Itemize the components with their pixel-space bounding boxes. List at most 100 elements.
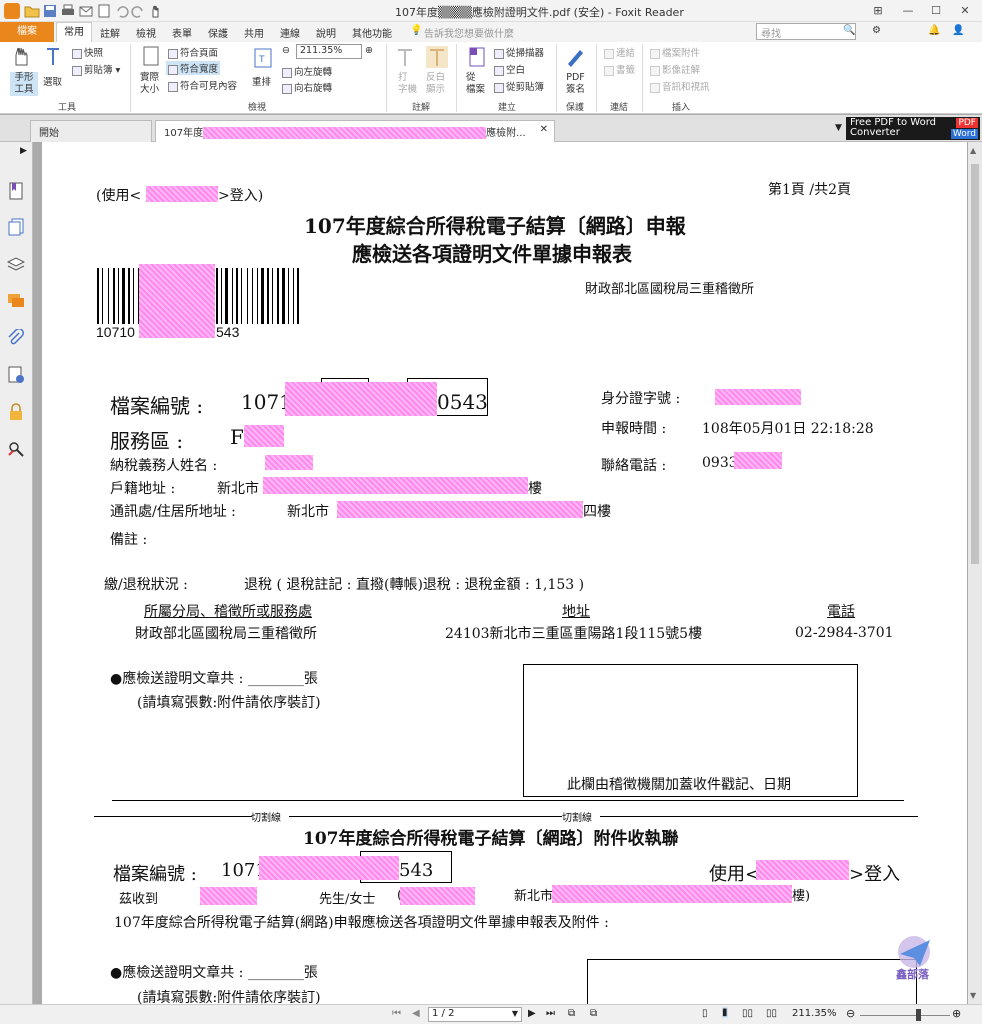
zoom-in-icon[interactable]: ⊕ xyxy=(365,45,373,56)
page-number-input[interactable]: 1 / 2 ▼ xyxy=(428,1007,522,1022)
scrollbar-thumb[interactable] xyxy=(971,164,979,564)
blank-button[interactable]: 空白 xyxy=(494,62,525,76)
bookmark-button[interactable]: 書籤 xyxy=(604,62,635,76)
from-file-button[interactable]: 從 檔案 xyxy=(466,72,485,96)
fit-width-button[interactable]: 符合寬度 xyxy=(166,61,221,75)
continuous-facing-icon[interactable]: ▯▯ xyxy=(766,1008,777,1019)
scroll-up-icon[interactable]: ▲ xyxy=(970,146,976,155)
tab-comment[interactable]: 註解 xyxy=(100,25,120,40)
actual-size-button[interactable]: 實際 大小 xyxy=(140,72,159,96)
tell-me-input[interactable]: 告訴我您想要做什麼 xyxy=(424,25,514,40)
pdf-sign-button[interactable]: PDF 簽名 xyxy=(566,72,585,96)
redaction xyxy=(715,389,801,405)
phone-label: 聯絡電話 : xyxy=(601,458,667,474)
tab-protect[interactable]: 保護 xyxy=(208,25,228,40)
new-icon[interactable] xyxy=(96,3,112,19)
hand-tool-qa-icon[interactable] xyxy=(148,3,164,19)
zoom-slider-handle[interactable] xyxy=(916,1009,921,1021)
barcode-bar xyxy=(102,268,103,324)
email-icon[interactable] xyxy=(78,3,94,19)
clipboard-button[interactable]: 剪貼簿 ▾ xyxy=(72,62,120,76)
redo-icon[interactable] xyxy=(130,3,146,19)
expand-panel-icon[interactable]: ▶ xyxy=(20,146,27,156)
zoom-input[interactable]: 211.35% xyxy=(296,44,362,59)
hand-tool-button[interactable]: 手形 工具 xyxy=(10,72,38,96)
prev-page-icon[interactable]: ◀ xyxy=(412,1008,420,1019)
zoom-in-status-icon[interactable]: ⊕ xyxy=(952,1007,961,1020)
rotate-left-button[interactable]: 向左旋轉 xyxy=(282,64,332,78)
zoom-slider[interactable] xyxy=(860,1015,950,1016)
facing-page-icon[interactable]: ▯▯ xyxy=(742,1008,753,1019)
tab-more[interactable]: 其他功能 xyxy=(352,25,392,40)
col-office-header: 所屬分局、稽徵所或服務處 xyxy=(144,604,312,620)
gear-icon[interactable]: ⚙ xyxy=(872,25,881,36)
close-tab-icon[interactable]: ✕ xyxy=(540,124,548,135)
fit-page-button[interactable]: 符合頁面 xyxy=(168,45,218,59)
link-button[interactable]: 連結 xyxy=(604,45,635,59)
tab-form[interactable]: 表單 xyxy=(172,25,192,40)
barcode-bar xyxy=(293,268,294,324)
rotate-left-icon xyxy=(282,67,292,78)
vertical-scrollbar[interactable]: ▲ ▼ xyxy=(968,142,982,1004)
audio-video-button[interactable]: 音訊和視訊 xyxy=(650,79,710,93)
zoom-out-icon[interactable]: ⊖ xyxy=(282,45,290,56)
minimize-button[interactable]: — xyxy=(897,2,919,20)
signature-icon[interactable] xyxy=(7,366,25,384)
file-attachment-button[interactable]: 檔案附件 xyxy=(650,45,700,59)
watermark-logo: 鑫部落 xyxy=(892,932,942,982)
maximize-button[interactable]: ☐ xyxy=(925,2,947,20)
pages-icon[interactable] xyxy=(7,218,25,236)
scroll-down-icon[interactable]: ▼ xyxy=(970,991,976,1000)
tab-share[interactable]: 共用 xyxy=(244,25,264,40)
comments-icon[interactable] xyxy=(7,292,25,310)
close-button[interactable]: ✕ xyxy=(954,2,976,20)
from-scanner-button[interactable]: 從掃描器 xyxy=(494,45,544,59)
search-tool-icon[interactable] xyxy=(7,440,25,458)
continuous-page-icon[interactable]: ▮ xyxy=(722,1007,728,1018)
search-input[interactable]: 尋找 xyxy=(756,23,856,40)
single-page-icon[interactable]: ▯ xyxy=(702,1008,708,1019)
next-page-icon[interactable]: ▶ xyxy=(528,1008,536,1019)
snapshot-button[interactable]: 快照 xyxy=(72,45,103,59)
zoom-level[interactable]: 211.35% xyxy=(792,1008,837,1019)
page-dropdown-icon[interactable]: ▼ xyxy=(512,1009,518,1018)
security-icon[interactable] xyxy=(7,403,25,421)
tab-current-document[interactable]: 107年度 應檢附... ✕ xyxy=(155,120,555,142)
ribbon-toggle-button[interactable]: ⊞ xyxy=(867,2,889,20)
ad-banner[interactable]: Free PDF to Word Converter PDF Word xyxy=(846,117,980,140)
next-view-icon[interactable]: ⧉ xyxy=(590,1008,597,1019)
from-clipboard-button[interactable]: 從剪貼簿 xyxy=(494,79,544,93)
tab-start[interactable]: 開始 xyxy=(30,120,152,142)
image-annotation-button[interactable]: 影像註解 xyxy=(650,62,700,76)
highlight-button[interactable]: 反白 顯示 xyxy=(426,72,445,96)
tab-view[interactable]: 檢視 xyxy=(136,25,156,40)
window-title: 107年度▒▒▒▒應檢附證明文件.pdf (安全) - Foxit Reader xyxy=(395,6,684,19)
bookmark-icon[interactable] xyxy=(7,182,25,200)
prev-view-icon[interactable]: ⧉ xyxy=(568,1008,575,1019)
save-icon[interactable] xyxy=(42,3,58,19)
tab-home[interactable]: 常用 xyxy=(56,22,92,43)
zoom-out-status-icon[interactable]: ⊖ xyxy=(846,1007,855,1020)
reflow-button[interactable]: 重排 xyxy=(252,74,271,88)
status-bar: ⏮ ◀ 1 / 2 ▼ ▶ ⏭ ⧉ ⧉ ▯ ▮ ▯▯ ▯▯ 211.35% ⊖ … xyxy=(0,1004,982,1024)
search-icon[interactable]: 🔍 xyxy=(843,25,855,36)
last-page-icon[interactable]: ⏭ xyxy=(546,1008,555,1019)
tab-connect[interactable]: 連線 xyxy=(280,25,300,40)
select-button[interactable]: 選取 xyxy=(43,74,62,88)
bell-icon[interactable]: 🔔 xyxy=(928,25,940,36)
attachment-icon[interactable] xyxy=(7,328,25,347)
fit-visible-button[interactable]: 符合可見內容 xyxy=(168,78,237,92)
tab-help[interactable]: 說明 xyxy=(316,25,336,40)
print-icon[interactable] xyxy=(60,3,76,19)
rotate-right-button[interactable]: 向右旋轉 xyxy=(282,80,332,94)
tab-file[interactable]: 檔案 xyxy=(0,22,54,42)
typewriter-button[interactable]: 打 字機 xyxy=(398,72,417,96)
time-label: 申報時間 : xyxy=(601,421,667,437)
user-icon[interactable]: 👤 xyxy=(952,25,964,36)
cut-line-segment xyxy=(94,816,252,817)
open-icon[interactable] xyxy=(24,3,40,19)
tab-list-chevron-icon[interactable]: ▼ xyxy=(835,123,842,133)
undo-icon[interactable] xyxy=(114,3,130,19)
layers-icon[interactable] xyxy=(6,255,26,273)
first-page-icon[interactable]: ⏮ xyxy=(392,1008,401,1019)
